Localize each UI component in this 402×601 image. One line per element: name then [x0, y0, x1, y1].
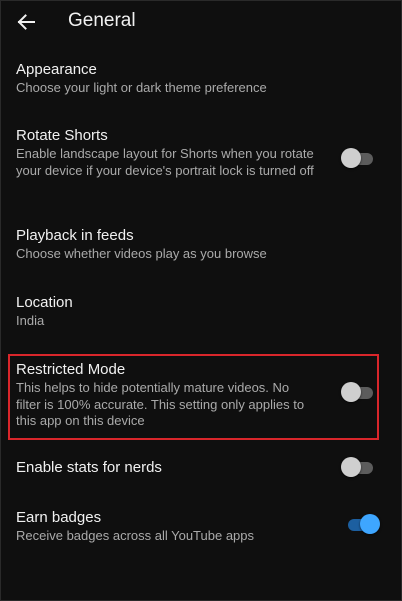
- setting-description: Choose whether videos play as you browse: [16, 246, 267, 261]
- toggle-thumb: [360, 514, 380, 534]
- setting-restricted-mode[interactable]: Restricted Mode This helps to hide poten…: [0, 361, 402, 431]
- toggle-thumb: [341, 457, 361, 477]
- setting-title: Restricted Mode: [16, 361, 126, 378]
- toggle-thumb: [341, 148, 361, 168]
- setting-title: Playback in feeds: [16, 227, 134, 244]
- page-title: General: [68, 10, 136, 31]
- arrow-left-icon: [17, 14, 35, 30]
- setting-description: This helps to hide potentially mature vi…: [16, 380, 305, 428]
- earn-badges-toggle[interactable]: [346, 513, 380, 537]
- setting-appearance[interactable]: Appearance Choose your light or dark the…: [0, 61, 402, 101]
- setting-title: Earn badges: [16, 509, 102, 526]
- setting-location[interactable]: Location India: [0, 294, 402, 334]
- setting-rotate-shorts[interactable]: Rotate Shorts Enable landscape layout fo…: [0, 127, 402, 197]
- app-bar: General: [0, 0, 402, 44]
- setting-stats-for-nerds[interactable]: Enable stats for nerds: [0, 456, 402, 483]
- setting-description: Receive badges across all YouTube apps: [16, 528, 255, 543]
- setting-playback-in-feeds[interactable]: Playback in feeds Choose whether videos …: [0, 227, 402, 267]
- setting-description: Enable landscape layout for Shorts when …: [16, 146, 314, 178]
- toggle-thumb: [341, 382, 361, 402]
- setting-description: Choose your light or dark theme preferen…: [16, 80, 267, 95]
- restricted-mode-toggle[interactable]: [341, 381, 373, 405]
- rotate-shorts-toggle[interactable]: [341, 147, 373, 171]
- setting-title: Rotate Shorts: [16, 127, 108, 144]
- setting-title: Location: [16, 294, 73, 311]
- stats-for-nerds-toggle[interactable]: [341, 456, 373, 480]
- setting-title: Enable stats for nerds: [16, 459, 162, 476]
- setting-earn-badges[interactable]: Earn badges Receive badges across all Yo…: [0, 509, 402, 549]
- back-button[interactable]: [10, 6, 42, 38]
- setting-title: Appearance: [16, 61, 97, 78]
- setting-value: India: [16, 313, 45, 328]
